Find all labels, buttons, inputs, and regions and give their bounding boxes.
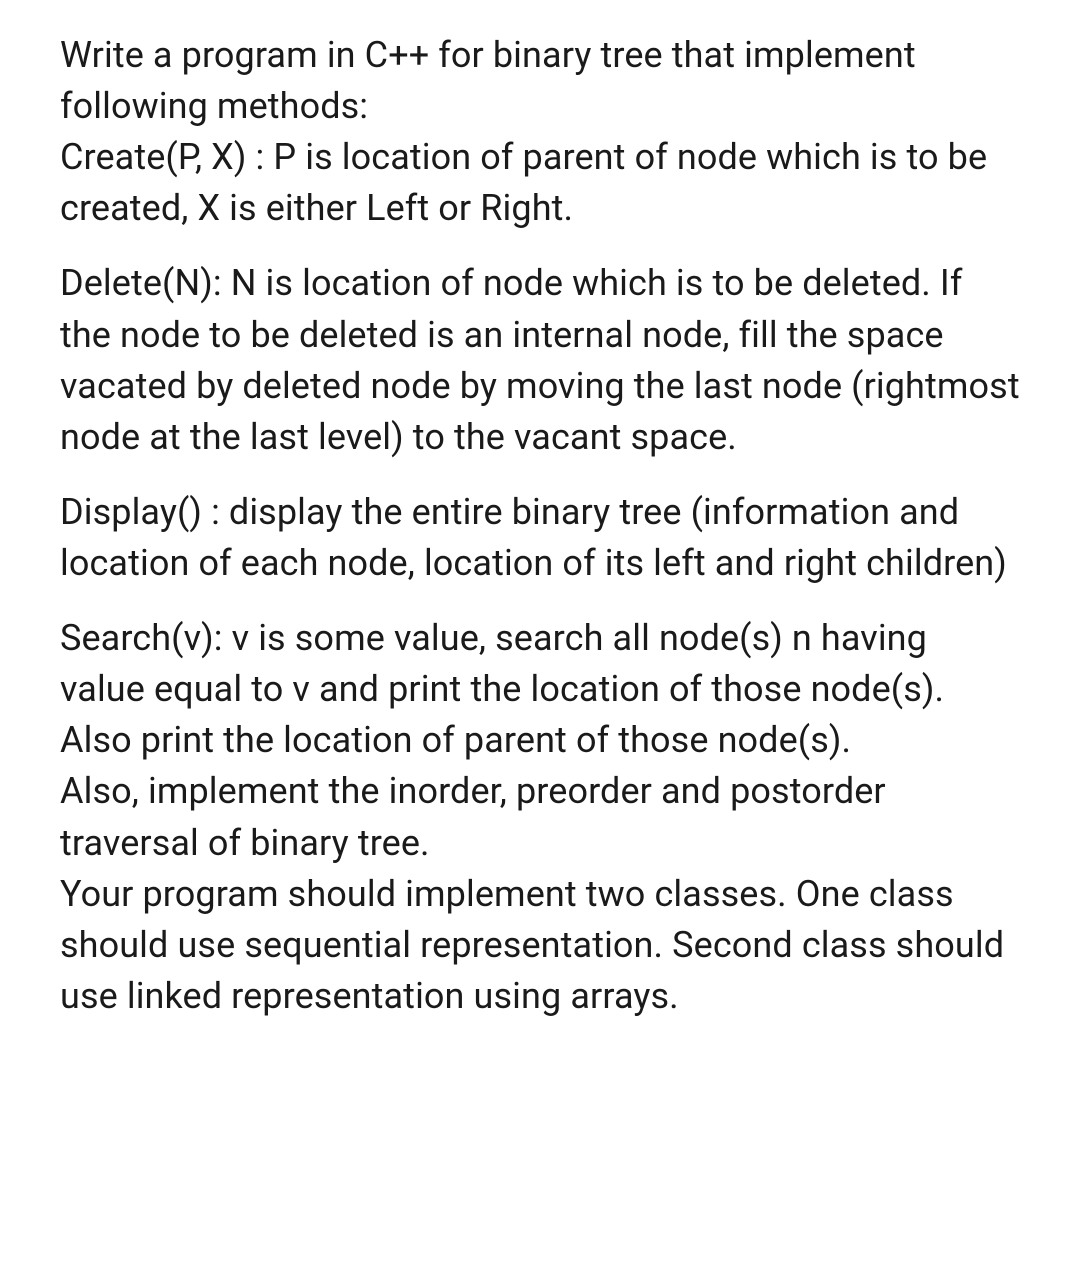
paragraph-intro: Write a program in C++ for binary tree t… (60, 30, 1020, 234)
paragraph-display: Display() : display the entire binary tr… (60, 487, 1020, 589)
paragraph-delete: Delete(N): N is location of node which i… (60, 258, 1020, 462)
document-page: Write a program in C++ for binary tree t… (0, 0, 1080, 1052)
paragraph-search: Search(v): v is some value, search all n… (60, 613, 1020, 1022)
